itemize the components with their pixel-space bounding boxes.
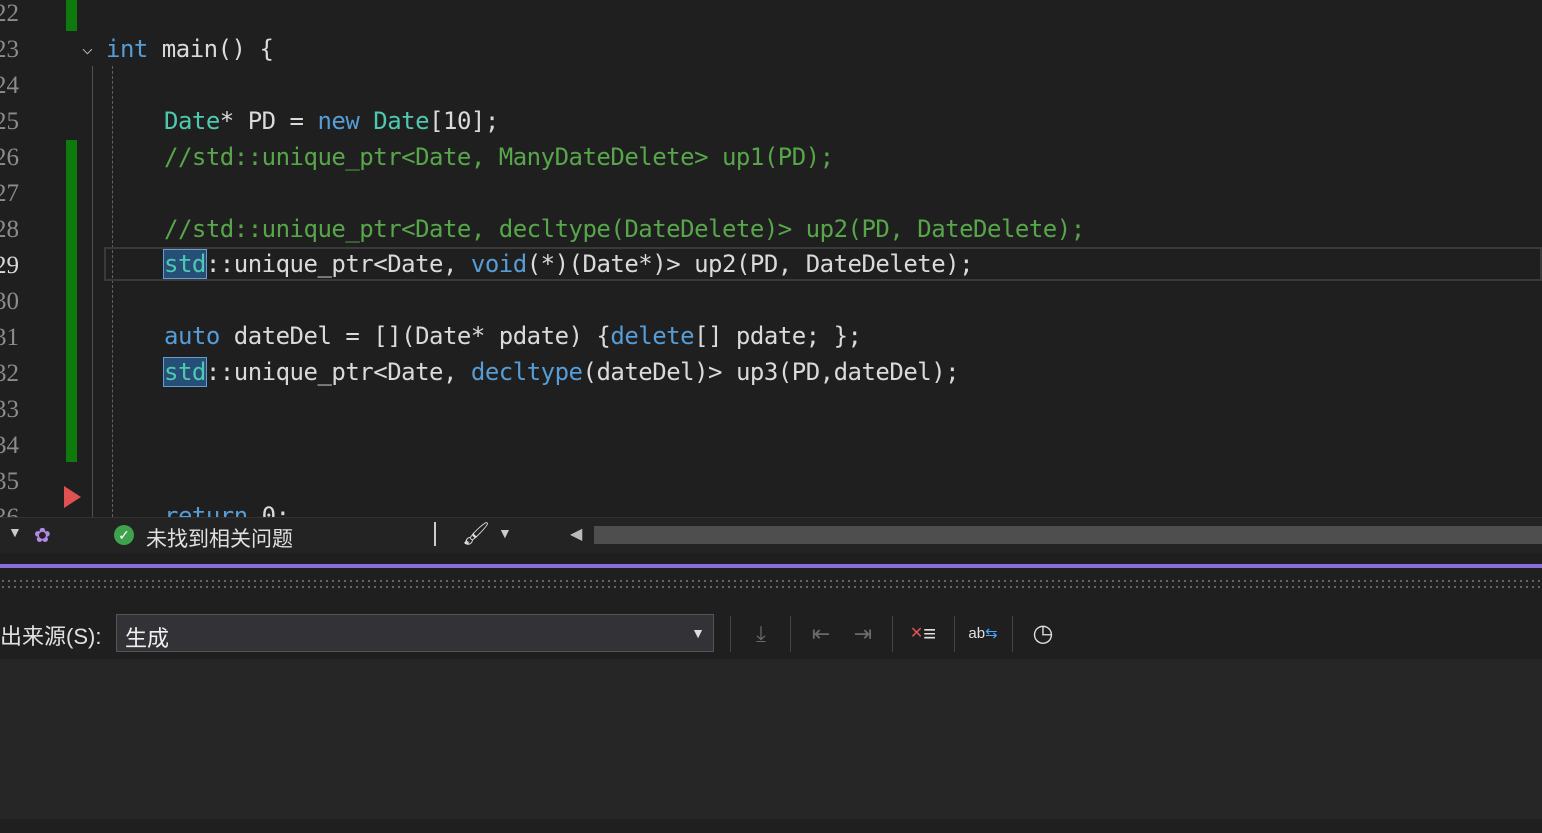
code-token: decltype: [470, 358, 583, 386]
code-line-32: std::unique_ptr<Date, decltype(dateDel)>…: [163, 354, 960, 390]
next-message-icon[interactable]: ⇥: [846, 617, 880, 651]
code-line-36: return 0;: [164, 498, 290, 517]
clear-all-icon[interactable]: ✕≡: [906, 617, 940, 651]
zoom-dropdown-icon[interactable]: ▼: [8, 524, 22, 540]
line-number: 33: [0, 396, 19, 423]
code-token: ::unique_ptr<Date,: [205, 250, 471, 278]
code-token: Date: [359, 107, 430, 135]
line-number: 31: [0, 324, 19, 351]
code-token: (dateDel)> up3(PD,dateDel);: [582, 358, 960, 386]
output-pane[interactable]: [0, 659, 1542, 819]
chevron-down-icon: ▼: [691, 625, 705, 641]
toolbar-separator: [1012, 616, 1013, 652]
line-number: 25: [0, 108, 19, 135]
find-message-in-code-icon[interactable]: ⤓: [744, 617, 778, 651]
horizontal-scrollbar[interactable]: [594, 526, 1542, 544]
bottom-edge: [0, 819, 1542, 833]
line-number: 32: [0, 360, 19, 387]
code-token: dateDel = [](Date* pdate) {: [219, 322, 611, 350]
issues-status-text[interactable]: 未找到相关问题: [146, 523, 293, 553]
line-number: 23: [0, 36, 19, 63]
code-line-28: //std::unique_ptr<Date, decltype(DateDel…: [164, 215, 1085, 243]
code-token: ::unique_ptr<Date,: [205, 358, 471, 386]
toolbar-separator: [954, 616, 955, 652]
panel-drag-handle[interactable]: [0, 578, 1542, 592]
output-source-label: 出来源(S):: [0, 624, 102, 649]
code-editor[interactable]: 22 23 24 25 26 27 28 29 30 31 32 33 34 3…: [0, 0, 1542, 517]
output-toolbar: 出来源(S): 生成 ▼ ⤓ ⇤ ⇥ ✕≡ ab⇆ ◷: [0, 603, 1542, 659]
code-token: return: [164, 502, 248, 517]
code-line-23: int main() {: [106, 31, 274, 67]
code-line-29: std::unique_ptr<Date, void(*)(Date*)> up…: [163, 246, 974, 282]
code-token: auto: [164, 322, 220, 350]
code-token: [] pdate; };: [694, 322, 862, 350]
timestamp-clock-icon[interactable]: ◷: [1026, 617, 1060, 651]
code-token: (*)(Date*)> up2(PD, DateDelete);: [526, 250, 974, 278]
code-cleanup-brush-icon[interactable]: 🖌: [462, 521, 490, 547]
change-indicator-bar: [66, 0, 77, 31]
toolbar-separator: [730, 616, 731, 652]
panel-accent-bar: [0, 564, 1542, 568]
output-source-select[interactable]: 生成 ▼: [116, 614, 714, 652]
line-number: 24: [0, 72, 19, 99]
line-number: 30: [0, 288, 19, 315]
scroll-left-icon[interactable]: ◀: [570, 524, 582, 544]
line-number: 27: [0, 180, 19, 207]
indent-guide: [112, 66, 113, 517]
copilot-icon[interactable]: ✿: [34, 523, 51, 548]
previous-message-icon[interactable]: ⇤: [804, 617, 838, 651]
scope-line: [92, 66, 93, 517]
line-number: 34: [0, 432, 19, 459]
divider: [434, 522, 436, 546]
line-number: 36: [0, 500, 24, 517]
word-wrap-icon[interactable]: ab⇆: [966, 617, 1000, 651]
code-token-highlighted: std: [163, 357, 207, 387]
code-line-31: auto dateDel = [](Date* pdate) {delete[]…: [164, 318, 862, 354]
toolbar-separator: [790, 616, 791, 652]
code-token: int: [106, 35, 148, 63]
code-token: new: [317, 107, 360, 135]
editor-status-bar: ▼ ✿ ✓ 未找到相关问题 🖌 ▼ ◀: [0, 517, 1542, 554]
collapse-chevron-icon[interactable]: ⌵: [82, 38, 104, 60]
change-indicator-bar: [66, 140, 77, 462]
code-token: 0;: [247, 502, 290, 517]
code-token: [10];: [429, 107, 499, 135]
code-token: void: [470, 250, 527, 278]
code-token: delete: [610, 322, 695, 350]
line-number-current: 29: [0, 252, 19, 279]
code-token: Date: [164, 107, 220, 135]
line-number: 28: [0, 216, 19, 243]
check-circle-icon: ✓: [114, 525, 134, 545]
code-token: * PD =: [219, 107, 318, 135]
line-number: 35: [0, 468, 19, 495]
code-token: main() {: [147, 35, 274, 63]
toolbar-separator: [892, 616, 893, 652]
breakpoint-arrow-icon[interactable]: [64, 486, 81, 508]
cleanup-dropdown-icon[interactable]: ▼: [498, 525, 512, 541]
code-line-26: //std::unique_ptr<Date, ManyDateDelete> …: [164, 143, 834, 171]
code-token-highlighted: std: [163, 249, 207, 279]
code-line-25: Date* PD = new Date[10];: [164, 103, 499, 139]
line-number: 22: [0, 0, 19, 27]
line-number: 26: [0, 144, 19, 171]
output-source-value: 生成: [125, 626, 170, 651]
